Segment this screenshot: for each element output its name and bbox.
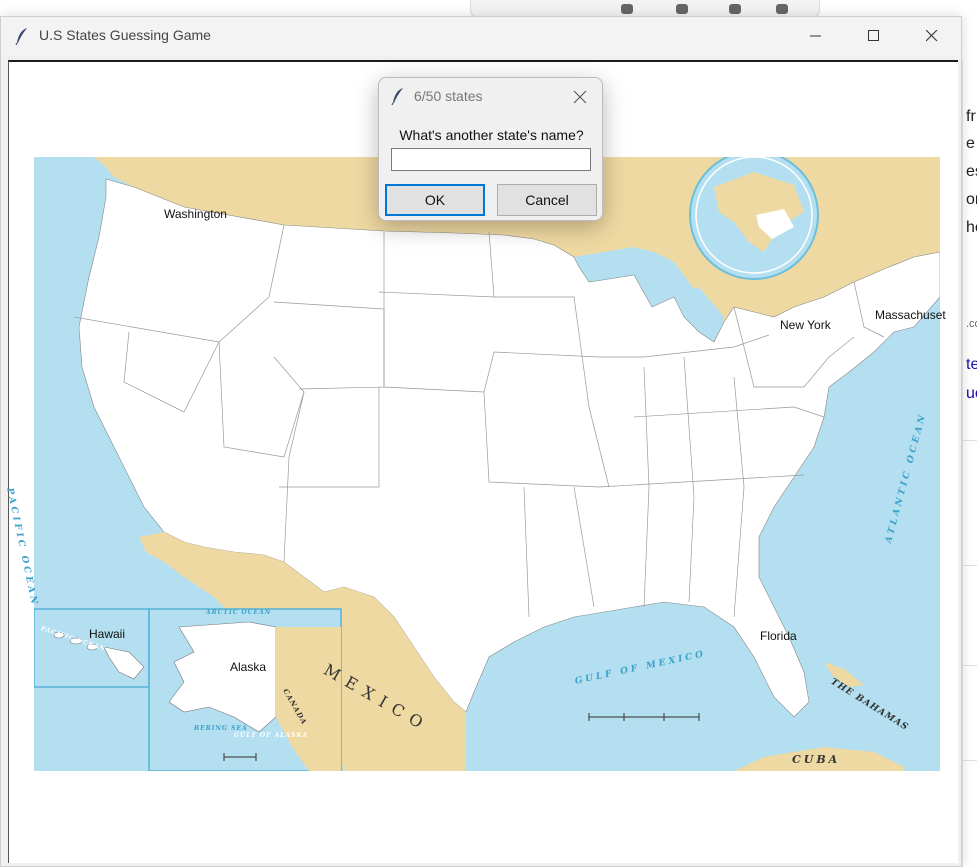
bg-link-fragment[interactable]: uc bbox=[966, 385, 977, 403]
title-bar[interactable]: U.S States Guessing Game bbox=[1, 17, 961, 55]
window-title: U.S States Guessing Game bbox=[39, 27, 211, 43]
dialog-close-button[interactable] bbox=[573, 89, 587, 104]
dialog-title: 6/50 states bbox=[414, 88, 483, 104]
bg-text-fragment: es bbox=[966, 163, 977, 180]
cancel-button[interactable]: Cancel bbox=[497, 184, 597, 216]
bg-text-fragment: fr bbox=[966, 108, 976, 125]
gulf-of-alaska-label: GULF OF ALASKA bbox=[234, 732, 308, 739]
maximize-icon bbox=[868, 30, 879, 41]
state-label-washington: Washington bbox=[164, 207, 227, 221]
ok-button[interactable]: OK bbox=[385, 184, 485, 216]
minimize-icon bbox=[810, 35, 821, 37]
state-label-new-york: New York bbox=[780, 318, 831, 332]
bg-text-fragment: e bbox=[966, 135, 975, 152]
bering-sea-label: BERING SEA bbox=[194, 725, 248, 732]
state-label-alaska: Alaska bbox=[230, 660, 267, 674]
state-label-massachusetts: Massachuset bbox=[875, 308, 946, 322]
feather-icon bbox=[391, 87, 405, 109]
close-button[interactable] bbox=[903, 17, 961, 55]
close-icon bbox=[573, 90, 587, 104]
state-name-input[interactable] bbox=[391, 148, 591, 171]
dialog-prompt: What's another state's name? bbox=[399, 127, 584, 143]
close-icon bbox=[926, 30, 938, 42]
cuba-label: CUBA bbox=[792, 753, 841, 766]
bg-text-fragment: .co bbox=[966, 318, 977, 330]
bg-text-fragment: on bbox=[966, 191, 977, 208]
bg-text-fragment: he bbox=[966, 219, 977, 236]
us-map-drawing bbox=[34, 157, 940, 771]
state-label-hawaii: Hawaii bbox=[89, 627, 126, 641]
bg-link-fragment[interactable]: te bbox=[966, 356, 977, 374]
maximize-button[interactable] bbox=[845, 17, 903, 55]
state-input-dialog: 6/50 states What's another state's name?… bbox=[378, 77, 603, 221]
feather-icon bbox=[15, 27, 29, 49]
bg-icon bbox=[621, 4, 633, 14]
bg-icon bbox=[729, 4, 741, 14]
state-label-florida: Florida bbox=[760, 629, 797, 643]
arctic-ocean-label: ARCTIC OCEAN bbox=[206, 609, 272, 616]
bg-icon bbox=[776, 4, 788, 14]
us-map[interactable]: Washington New York Massachuset Florida … bbox=[4, 157, 946, 771]
minimize-button[interactable] bbox=[787, 17, 845, 55]
bg-icon bbox=[676, 4, 688, 14]
background-window-right-edge: fr e es on he .co te uc bbox=[962, 60, 977, 867]
